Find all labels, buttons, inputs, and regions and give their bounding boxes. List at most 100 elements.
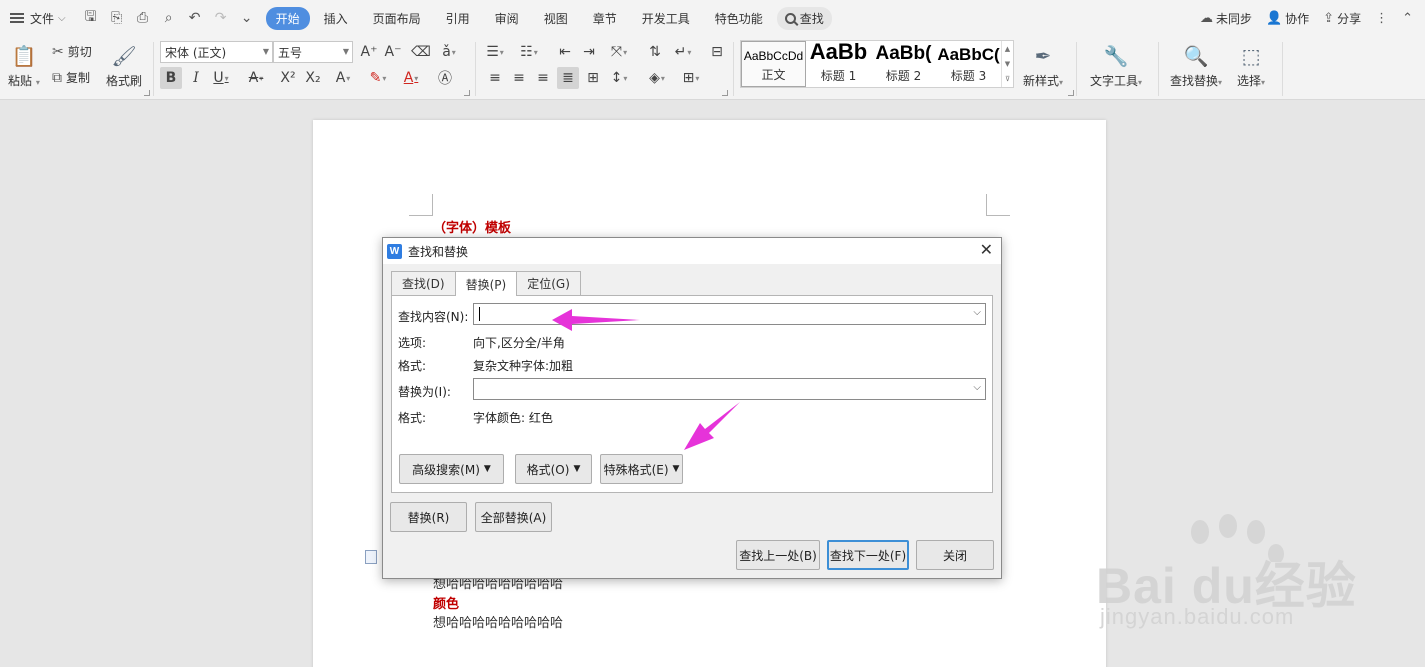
user-icon: 👤 bbox=[1265, 10, 1283, 26]
superscript-button[interactable]: X² bbox=[277, 67, 299, 89]
document-icon bbox=[365, 550, 377, 564]
select-button[interactable]: ⬚ 选择▾ bbox=[1237, 40, 1265, 89]
tab-review[interactable]: 审阅 bbox=[484, 7, 530, 30]
font-name-combo[interactable]: 宋体 (正文) ▼ bbox=[160, 41, 273, 63]
phonetic-guide-icon[interactable]: ǎ ▾ bbox=[438, 41, 460, 63]
close-icon[interactable]: ✕ bbox=[980, 241, 993, 259]
export-icon[interactable]: ⎘ bbox=[106, 7, 128, 29]
text-tools-button[interactable]: 🔧 文字工具▾ bbox=[1090, 40, 1142, 89]
collab-button[interactable]: 👤 协作 bbox=[1266, 10, 1309, 27]
align-right-icon[interactable]: ≡ bbox=[532, 67, 554, 89]
align-left-icon[interactable]: ≡ bbox=[484, 67, 506, 89]
sync-status[interactable]: ☁ 未同步 bbox=[1200, 10, 1252, 27]
style-heading-3[interactable]: AaBbC( 标题 3 bbox=[936, 41, 1001, 87]
copy-button[interactable]: ⧉ 复制 bbox=[52, 69, 90, 86]
replace-button[interactable]: 替换(R) bbox=[390, 502, 467, 532]
tab-goto[interactable]: 定位(G) bbox=[516, 271, 581, 295]
save-icon[interactable]: 🖫 bbox=[80, 7, 102, 29]
tab-replace[interactable]: 替换(P) bbox=[454, 271, 518, 296]
text-effect-button[interactable]: A ▾ bbox=[332, 67, 354, 89]
clipboard-dialog-launcher[interactable] bbox=[144, 90, 150, 96]
find-replace-button[interactable]: 🔍 查找替换▾ bbox=[1170, 40, 1222, 89]
tab-page-layout[interactable]: 页面布局 bbox=[362, 7, 432, 30]
tab-special-features[interactable]: 特色功能 bbox=[704, 7, 774, 30]
styles-dialog-launcher[interactable] bbox=[1068, 90, 1074, 96]
format-button[interactable]: 格式(O) ▼ bbox=[515, 454, 592, 484]
font-dialog-launcher[interactable] bbox=[464, 90, 470, 96]
cut-button[interactable]: ✂ 剪切 bbox=[52, 43, 92, 60]
text-tools-label: 文字工具 bbox=[1090, 74, 1139, 88]
borders-icon[interactable]: ⊞ ▾ bbox=[680, 67, 702, 89]
share-button[interactable]: ⇪ 分享 bbox=[1323, 10, 1361, 27]
tab-view[interactable]: 视图 bbox=[533, 7, 579, 30]
find-previous-button[interactable]: 查找上一处(B) bbox=[736, 540, 820, 570]
close-button[interactable]: 关闭 bbox=[916, 540, 994, 570]
styles-scroll[interactable]: ▲ ▼ ⊽ bbox=[1001, 41, 1013, 87]
file-menu[interactable]: 文件 ⌵ bbox=[10, 6, 66, 30]
bold-button[interactable]: B bbox=[160, 67, 182, 89]
tab-icon[interactable]: ⊟ bbox=[706, 41, 728, 63]
shading-icon[interactable]: ◈ ▾ bbox=[646, 67, 668, 89]
tab-insert[interactable]: 插入 bbox=[313, 7, 359, 30]
paragraph-dialog-launcher[interactable] bbox=[722, 90, 728, 96]
chevron-down-icon: ▼ bbox=[262, 47, 269, 56]
paste-button[interactable]: 📋 粘贴 ▾ bbox=[8, 40, 40, 89]
clear-format-icon[interactable]: ⌫ bbox=[410, 41, 432, 63]
highlight-button[interactable]: ✎ ▾ bbox=[367, 67, 389, 89]
italic-button[interactable]: I bbox=[185, 67, 207, 89]
replace-panel: 查找内容(N): ⌵ 选项: 向下,区分全/半角 格式: 复杂文种字体:加粗 替… bbox=[391, 295, 993, 493]
style-caption: 标题 2 bbox=[885, 69, 922, 83]
align-center-icon[interactable]: ≡ bbox=[508, 67, 530, 89]
grow-font-icon[interactable]: A⁺ bbox=[358, 41, 380, 63]
cloud-icon: ☁ bbox=[1199, 10, 1213, 26]
special-format-button[interactable]: 特殊格式(E) ▼ bbox=[600, 454, 683, 484]
search-box[interactable]: 查找 bbox=[776, 6, 832, 30]
underline-button[interactable]: U ▾ bbox=[210, 67, 232, 89]
find-input[interactable]: ⌵ bbox=[473, 303, 986, 325]
subscript-button[interactable]: X₂ bbox=[302, 67, 324, 89]
distributed-icon[interactable]: ⊞ bbox=[582, 67, 604, 89]
increase-indent-icon[interactable]: ⇥ bbox=[578, 41, 600, 63]
strikethrough-button[interactable]: A ▾ bbox=[245, 67, 267, 89]
more-menu[interactable]: ⋮ bbox=[1375, 11, 1388, 26]
font-color-button[interactable]: A ▾ bbox=[400, 67, 422, 89]
divider bbox=[475, 42, 476, 96]
chevron-down-icon[interactable]: ⌵ bbox=[973, 307, 981, 318]
print-icon[interactable]: ⎙ bbox=[132, 7, 154, 29]
replace-all-button[interactable]: 全部替换(A) bbox=[475, 502, 552, 532]
sort-icon[interactable]: ⇅ bbox=[644, 41, 666, 63]
char-border-button[interactable]: Ⓐ bbox=[434, 67, 456, 89]
quick-access-toolbar: 🖫 ⎘ ⎙ ⌕ ↶ ↷ ⌄ bbox=[80, 7, 258, 29]
tab-home[interactable]: 开始 bbox=[265, 6, 310, 30]
tab-find[interactable]: 查找(D) bbox=[391, 271, 456, 295]
tab-references[interactable]: 引用 bbox=[435, 7, 481, 30]
decrease-indent-icon[interactable]: ⇤ bbox=[554, 41, 576, 63]
font-size-combo[interactable]: 五号 ▼ bbox=[273, 41, 353, 63]
bullets-icon[interactable]: ☰ ▾ bbox=[484, 41, 506, 63]
tab-section[interactable]: 章节 bbox=[582, 7, 628, 30]
chinese-layout-icon[interactable]: ⤧ ▾ bbox=[608, 41, 630, 63]
redo-icon[interactable]: ↷ bbox=[210, 7, 232, 29]
print-preview-icon[interactable]: ⌕ bbox=[158, 7, 180, 29]
find-next-button[interactable]: 查找下一处(F) bbox=[827, 540, 909, 570]
customize-toolbar-icon[interactable]: ⌄ bbox=[236, 7, 258, 29]
replace-input[interactable]: ⌵ bbox=[473, 378, 986, 400]
line-spacing-icon[interactable]: ↕ ▾ bbox=[608, 67, 630, 89]
chevron-down-icon[interactable]: ⌵ bbox=[973, 382, 981, 393]
collapse-ribbon[interactable]: ⌃ bbox=[1402, 11, 1413, 26]
style-normal[interactable]: AaBbCcDd 正文 bbox=[741, 41, 806, 87]
new-style-button[interactable]: ✒ 新样式▾ bbox=[1023, 40, 1063, 89]
chevron-down-icon: ⌵ bbox=[58, 12, 66, 24]
text-cursor bbox=[479, 307, 480, 321]
shrink-font-icon[interactable]: A⁻ bbox=[382, 41, 404, 63]
tab-developer[interactable]: 开发工具 bbox=[631, 7, 701, 30]
numbering-icon[interactable]: ☷ ▾ bbox=[518, 41, 540, 63]
style-heading-2[interactable]: AaBb( 标题 2 bbox=[871, 41, 936, 87]
undo-icon[interactable]: ↶ bbox=[184, 7, 206, 29]
show-marks-icon[interactable]: ↵ ▾ bbox=[672, 41, 694, 63]
style-heading-1[interactable]: AaBb 标题 1 bbox=[806, 41, 871, 87]
format-painter-button[interactable]: 🖌 格式刷 bbox=[106, 40, 142, 89]
advanced-search-button[interactable]: 高级搜索(M) ▼ bbox=[399, 454, 504, 484]
doc-line: 想哈哈哈哈哈哈哈哈哈 bbox=[433, 616, 564, 631]
justify-icon[interactable]: ≣ bbox=[557, 67, 579, 89]
